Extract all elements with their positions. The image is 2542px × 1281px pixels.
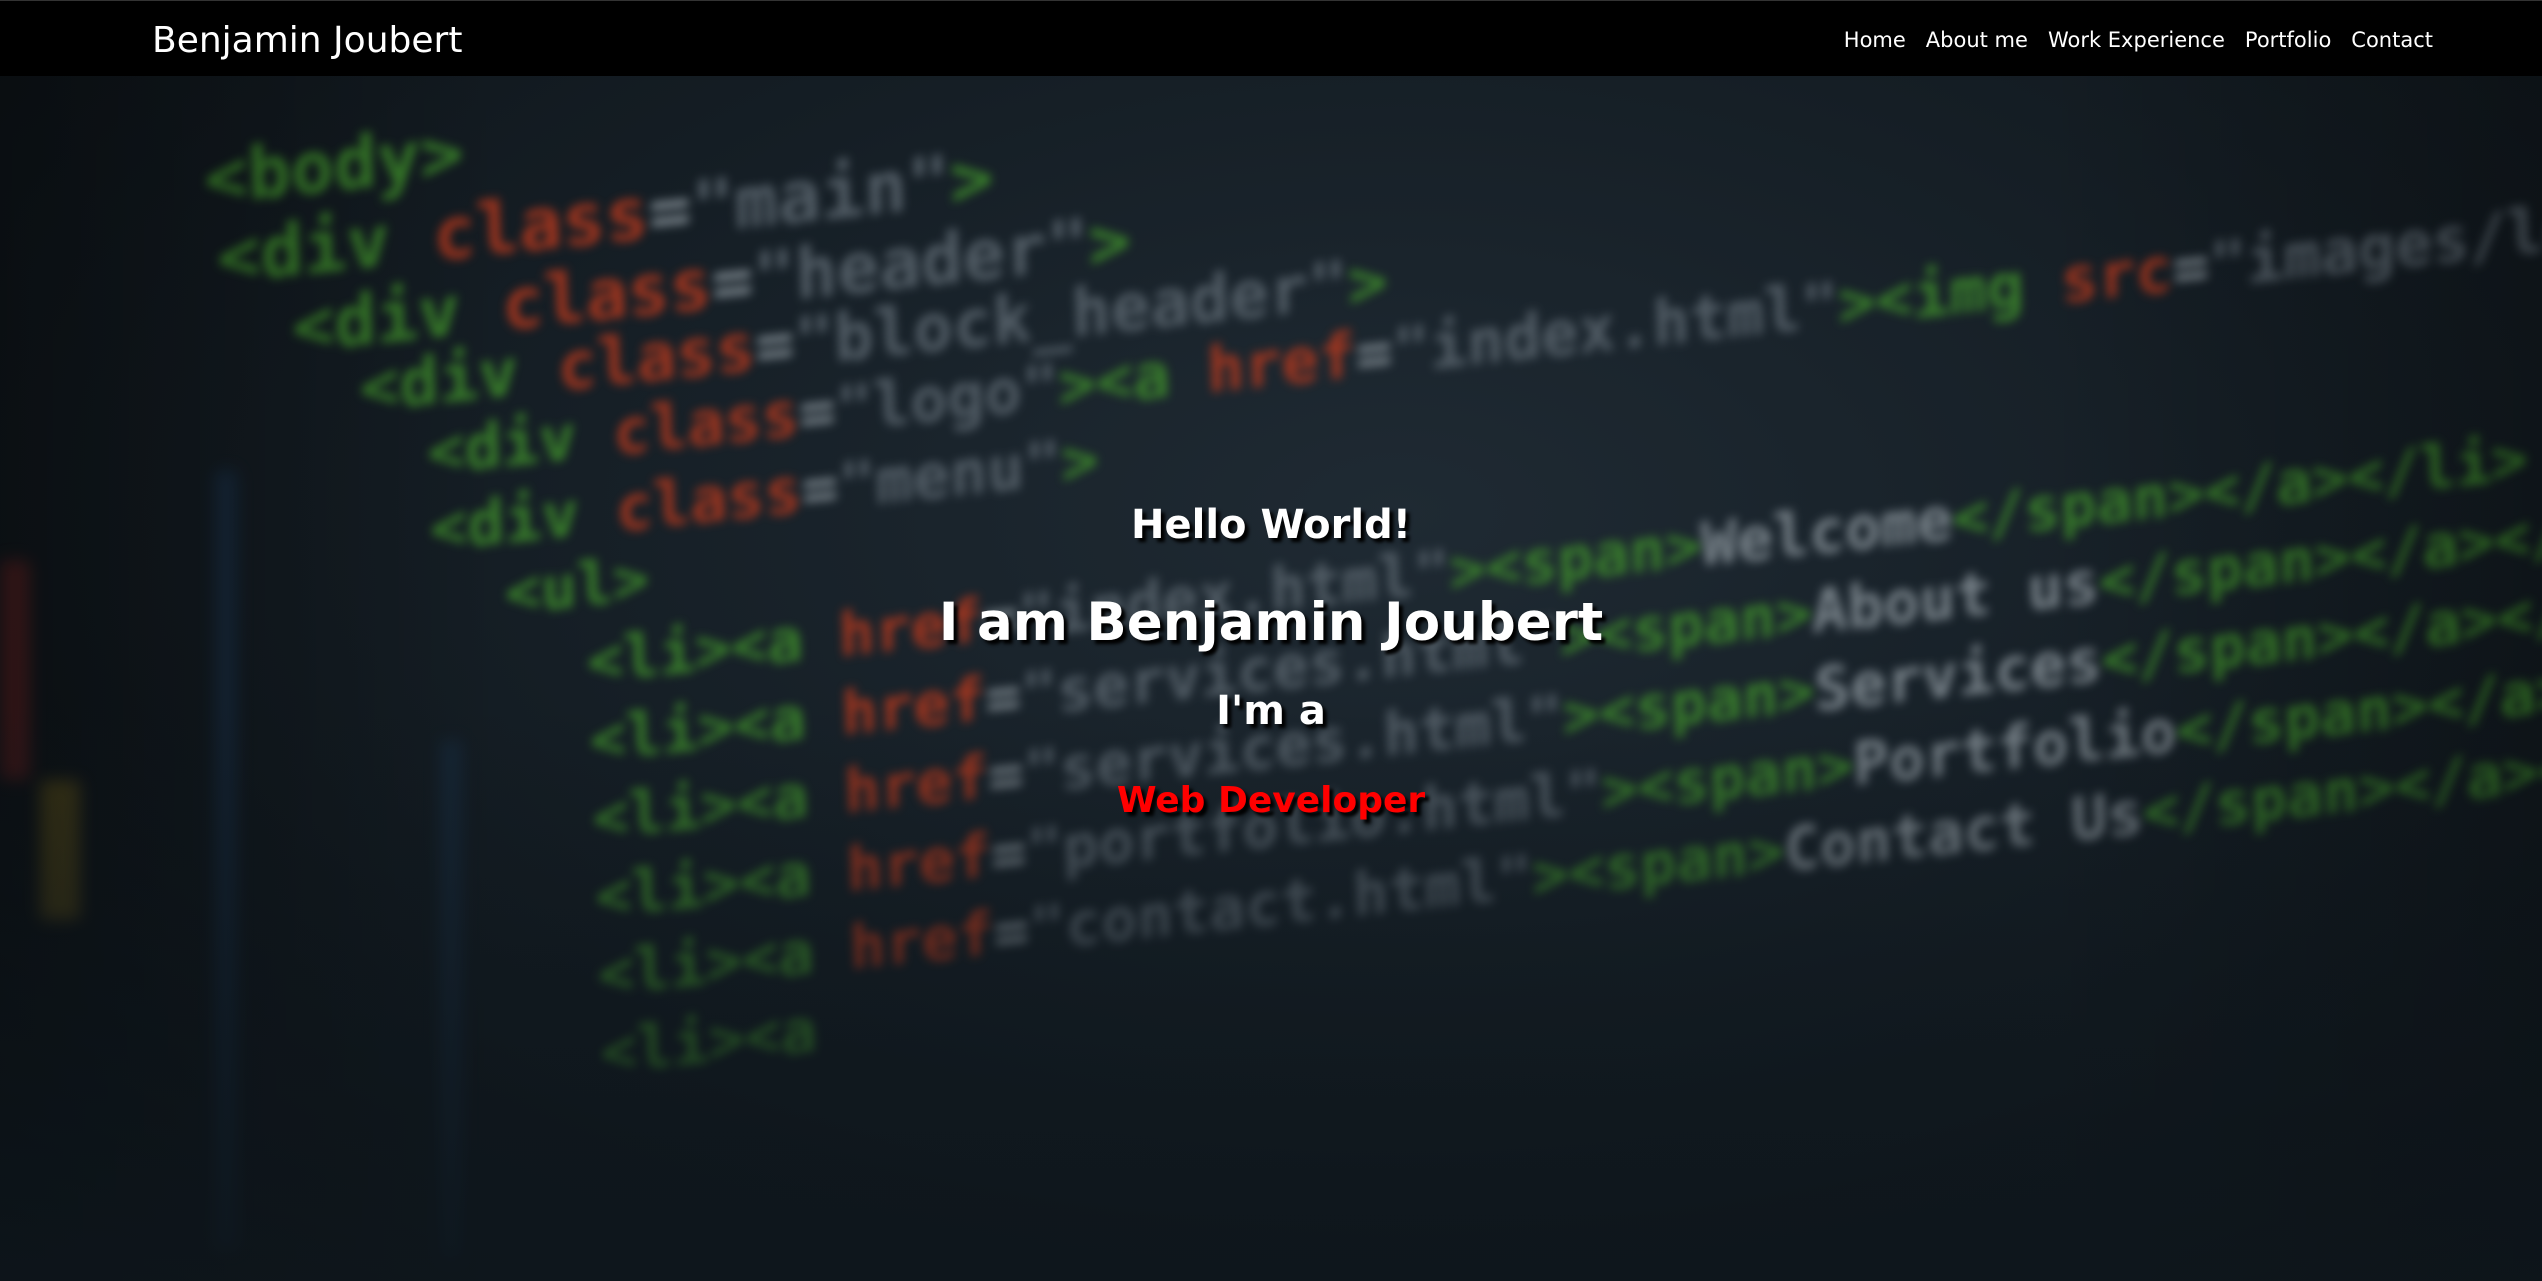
hero-intro: I am Benjamin Joubert [938, 592, 1604, 653]
hero-greeting: Hello World! [1131, 502, 1411, 548]
hero-prefix: I'm a [1216, 688, 1326, 734]
page: <body> <div class="main"> <div class="he… [0, 0, 2542, 1281]
hero-section: Hello World! I am Benjamin Joubert I'm a… [0, 0, 2542, 1281]
hero-role: Web Developer [1116, 780, 1426, 821]
nav-link-portfolio[interactable]: Portfolio [2245, 27, 2331, 53]
nav-link-work-experience[interactable]: Work Experience [2048, 27, 2225, 53]
nav-link-home[interactable]: Home [1844, 27, 1906, 53]
nav-link-about-me[interactable]: About me [1926, 27, 2028, 53]
nav-links: Home About me Work Experience Portfolio … [1844, 27, 2433, 53]
brand-link[interactable]: Benjamin Joubert [152, 19, 462, 63]
top-navbar: Benjamin Joubert Home About me Work Expe… [0, 0, 2542, 76]
nav-link-contact[interactable]: Contact [2351, 27, 2433, 53]
